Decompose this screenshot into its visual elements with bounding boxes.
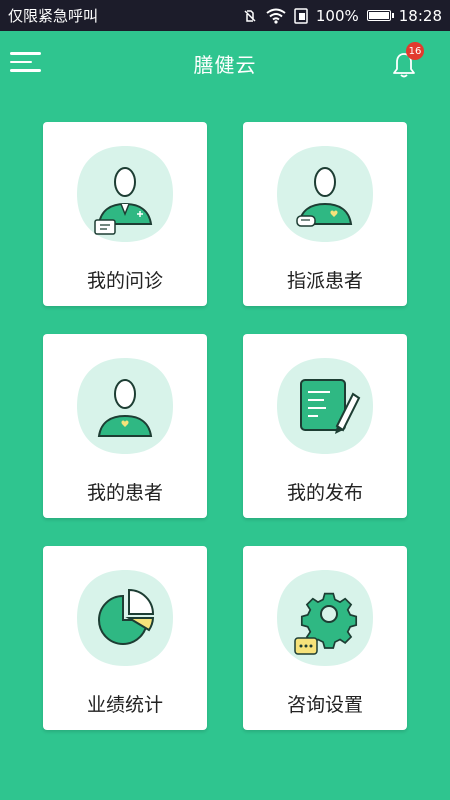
card-my-consultations[interactable]: 我的问诊 (43, 122, 207, 306)
card-my-publications[interactable]: 我的发布 (243, 334, 407, 518)
assign-patient-icon (277, 146, 373, 242)
status-bar: 仅限紧急呼叫 100% 18:28 (0, 0, 450, 31)
menu-icon[interactable] (10, 52, 42, 74)
card-label: 我的问诊 (86, 270, 163, 292)
status-indicators: 100% 18:28 (242, 7, 442, 25)
clock: 18:28 (398, 6, 442, 25)
wifi-icon (266, 8, 286, 24)
app-title: 膳健云 (193, 52, 257, 77)
settings-gear-icon (277, 570, 373, 666)
card-label: 业绩统计 (86, 694, 163, 716)
card-assign-patients[interactable]: 指派患者 (243, 122, 407, 306)
carrier-text: 仅限紧急呼叫 (8, 7, 99, 25)
card-consultation-settings[interactable]: 咨询设置 (243, 546, 407, 730)
app-bar: 膳健云 16 (0, 31, 450, 95)
patient-icon (77, 358, 173, 454)
sim-card-icon (294, 7, 308, 24)
vibrate-off-icon (244, 9, 256, 22)
publish-edit-icon (277, 358, 373, 454)
card-label: 咨询设置 (286, 694, 363, 716)
notification-button[interactable]: 16 (392, 42, 424, 78)
card-label: 我的患者 (86, 482, 163, 504)
card-label: 我的发布 (286, 482, 363, 504)
battery-icon (366, 10, 394, 21)
card-performance-stats[interactable]: 业绩统计 (43, 546, 207, 730)
battery-percent: 100% (315, 6, 359, 25)
card-label: 指派患者 (286, 270, 363, 292)
doctor-chat-icon (77, 146, 173, 242)
card-my-patients[interactable]: 我的患者 (43, 334, 207, 518)
pie-chart-icon (77, 570, 173, 666)
notification-badge: 16 (406, 42, 424, 60)
